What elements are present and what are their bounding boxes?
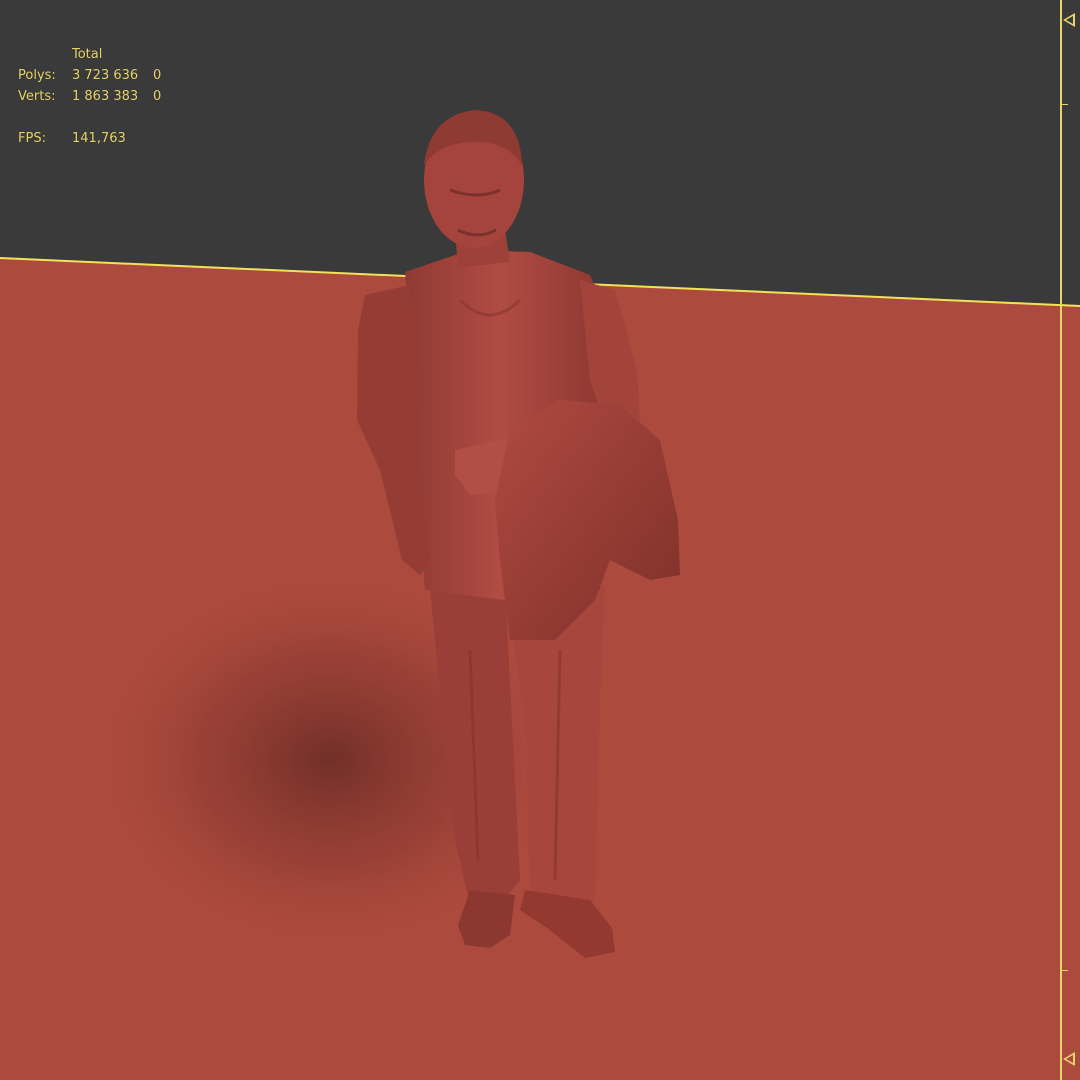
scene-render — [0, 110, 1080, 1080]
verts-total: 1 863 383 — [72, 89, 139, 104]
verts-row: Verts: 1 863 383 0 — [18, 86, 161, 107]
stats-header: Total — [72, 47, 103, 62]
triangle-left-icon[interactable] — [1063, 13, 1075, 27]
verts-selected: 0 — [153, 89, 162, 104]
fps-value: 141,763 — [72, 131, 126, 146]
ruler-tick — [1062, 970, 1068, 971]
polys-selected: 0 — [153, 68, 162, 83]
polys-total: 3 723 636 — [72, 68, 139, 83]
stats-header-row: Total — [18, 44, 161, 65]
ruler-tick — [1062, 104, 1068, 105]
verts-label: Verts: — [18, 89, 56, 104]
3d-viewport[interactable]: Total Polys: 3 723 636 0 Verts: 1 863 38… — [0, 0, 1080, 1080]
stats-spacer — [18, 107, 161, 128]
viewport-ruler[interactable] — [1054, 0, 1080, 1080]
fps-label: FPS: — [18, 131, 46, 146]
ruler-line — [1060, 0, 1062, 1080]
polys-label: Polys: — [18, 68, 56, 83]
triangle-left-icon[interactable] — [1063, 1052, 1075, 1066]
fps-row: FPS: 141,763 — [18, 128, 161, 149]
stats-overlay: Total Polys: 3 723 636 0 Verts: 1 863 38… — [18, 44, 161, 149]
polys-row: Polys: 3 723 636 0 — [18, 65, 161, 86]
